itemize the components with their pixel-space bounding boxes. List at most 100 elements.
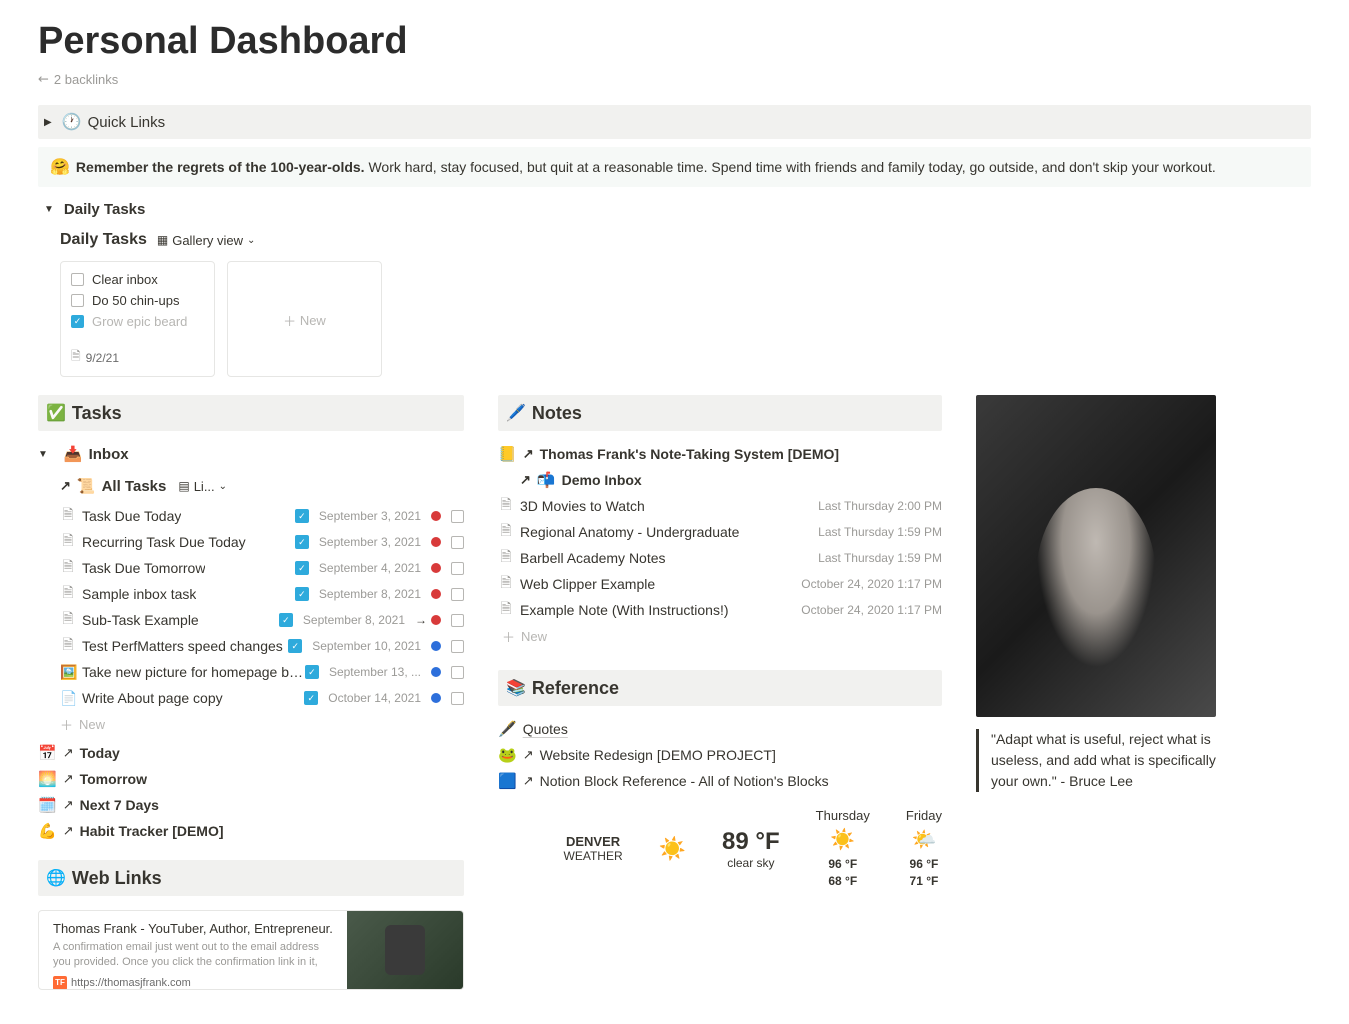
new-task-button[interactable]: ＋New (38, 715, 464, 734)
card-checklist-item[interactable]: ✓ Grow epic beard (71, 314, 204, 329)
priority-dot-icon (431, 589, 441, 599)
reference-link[interactable]: 🐸 ↗ Website Redesign [DEMO PROJECT] (498, 742, 942, 768)
task-name: Task Due Today (82, 508, 181, 524)
note-name: 3D Movies to Watch (520, 498, 645, 514)
task-quick-link[interactable]: 💪 ↗ Habit Tracker [DEMO] (38, 818, 464, 844)
checkbox-empty-icon[interactable] (451, 562, 464, 575)
daily-task-card[interactable]: Clear inbox Do 50 chin-ups ✓ Grow epic b… (60, 261, 215, 377)
page-emoji-icon: 📄 (60, 690, 76, 707)
quick-links-toggle[interactable]: ▶ 🕐 Quick Links (38, 105, 1311, 139)
checkbox-empty-icon[interactable] (451, 614, 464, 627)
bookmark-thumb-icon (347, 911, 463, 989)
link-label: Tomorrow (80, 771, 147, 787)
link-label: Website Redesign [DEMO PROJECT] (540, 747, 776, 763)
task-row[interactable]: 📄 Write About page copy ✓ October 14, 20… (60, 685, 464, 711)
list-view-picker[interactable]: ▤ Li... ⌄ (178, 479, 227, 494)
gallery-view-picker[interactable]: ▦ Gallery view ⌄ (157, 233, 256, 248)
weather-widget: DENVER WEATHER ☀️ 89 °F clear sky Thursd… (498, 808, 942, 890)
reference-link[interactable]: 🟦 ↗ Notion Block Reference - All of Noti… (498, 768, 942, 794)
task-date: September 8, 2021 (319, 587, 421, 601)
backlinks-link[interactable]: ↙ 2 backlinks (38, 71, 1311, 87)
note-row[interactable]: 🗎 Example Note (With Instructions!) Octo… (498, 597, 942, 623)
card-checklist-item[interactable]: Do 50 chin-ups (71, 293, 204, 308)
note-date: October 24, 2020 1:17 PM (801, 603, 942, 617)
quote-block: "Adapt what is useful, reject what is us… (976, 729, 1216, 792)
checkbox-checked-icon[interactable]: ✓ (279, 613, 293, 627)
note-row[interactable]: 🗎 Web Clipper Example October 24, 2020 1… (498, 571, 942, 597)
notebook-icon: 📒 (498, 445, 517, 463)
task-row[interactable]: 🗎 Test PerfMatters speed changes ✓ Septe… (60, 633, 464, 659)
note-row[interactable]: 🗎 3D Movies to Watch Last Thursday 2:00 … (498, 493, 942, 519)
checkbox-checked-icon[interactable]: ✓ (295, 561, 309, 575)
reference-link[interactable]: 🖋️ Quotes (498, 716, 942, 742)
checkbox-checked-icon[interactable]: ✓ (71, 315, 84, 328)
quick-links-label: Quick Links (88, 114, 166, 131)
card-date: 🗎 9/2/21 (71, 347, 204, 368)
link-label: Quotes (523, 721, 568, 737)
checkbox-checked-icon[interactable]: ✓ (295, 509, 309, 523)
task-date: September 10, 2021 (312, 639, 421, 653)
checkbox-empty-icon[interactable] (451, 666, 464, 679)
page-icon: 🗎 (60, 634, 76, 658)
checkbox-empty-icon[interactable] (451, 536, 464, 549)
weather-forecast-day: Friday 🌤️ 96 °F71 °F (906, 808, 942, 890)
checkbox-checked-icon[interactable]: ✓ (305, 665, 319, 679)
task-row[interactable]: 🗎 Sub-Task Example ✓ September 8, 2021 → (60, 607, 464, 633)
priority-dot-icon (431, 615, 441, 625)
weather-forecast-day: Thursday ☀️ 96 °F68 °F (816, 808, 870, 890)
page-icon: 🗎 (71, 347, 81, 368)
demo-inbox-link[interactable]: ↗ 📬 Demo Inbox (498, 467, 942, 493)
note-row[interactable]: 🗎 Regional Anatomy - Undergraduate Last … (498, 519, 942, 545)
task-row[interactable]: 🗎 Recurring Task Due Today ✓ September 3… (60, 529, 464, 555)
page-emoji-icon: 🖼️ (60, 664, 76, 681)
task-date: September 4, 2021 (319, 561, 421, 575)
checkbox-checked-icon[interactable]: ✓ (295, 535, 309, 549)
task-date: October 14, 2021 (328, 691, 421, 705)
scroll-icon: 📜 (77, 477, 96, 495)
link-arrow-icon: ↗ (63, 797, 74, 813)
inbox-toggle[interactable]: ▼ 📥 Inbox (38, 441, 464, 467)
checkbox-checked-icon[interactable]: ✓ (295, 587, 309, 601)
task-quick-link[interactable]: 🗓️ ↗ Next 7 Days (38, 792, 464, 818)
checkbox-empty-icon[interactable] (451, 640, 464, 653)
daily-tasks-toggle[interactable]: ▼ Daily Tasks (38, 195, 1311, 223)
link-emoji-icon: 🗓️ (38, 796, 57, 814)
page-icon: 🗎 (498, 546, 514, 570)
page-icon: 🗎 (498, 572, 514, 596)
checkbox-empty-icon[interactable] (71, 294, 84, 307)
backlinks-arrow-icon: ↙ (34, 69, 53, 88)
bruce-lee-photo (976, 395, 1216, 717)
task-row[interactable]: 🖼️ Take new picture for homepage bac... … (60, 659, 464, 685)
checkbox-empty-icon[interactable] (451, 510, 464, 523)
bookmark-url: TF https://thomasjfrank.com (53, 976, 333, 990)
page-icon: 🗎 (60, 556, 76, 580)
task-quick-link[interactable]: 🌅 ↗ Tomorrow (38, 766, 464, 792)
checkbox-empty-icon[interactable] (451, 692, 464, 705)
note-name: Example Note (With Instructions!) (520, 602, 729, 618)
note-system-link[interactable]: 📒 ↗ Thomas Frank's Note-Taking System [D… (498, 441, 942, 467)
new-card-button[interactable]: ＋ New (227, 261, 382, 377)
checkbox-checked-icon[interactable]: ✓ (288, 639, 302, 653)
daily-tasks-db-title[interactable]: Daily Tasks (60, 231, 147, 249)
checkbox-empty-icon[interactable] (71, 273, 84, 286)
task-name: Sample inbox task (82, 586, 196, 602)
task-row[interactable]: 🗎 Task Due Tomorrow ✓ September 4, 2021 (60, 555, 464, 581)
page-icon: 🗎 (60, 530, 76, 554)
new-note-button[interactable]: ＋New (498, 627, 942, 646)
task-quick-link[interactable]: 📅 ↗ Today (38, 740, 464, 766)
note-row[interactable]: 🗎 Barbell Academy Notes Last Thursday 1:… (498, 545, 942, 571)
task-row[interactable]: 🗎 Task Due Today ✓ September 3, 2021 (60, 503, 464, 529)
page-icon: 🗎 (498, 494, 514, 518)
task-row[interactable]: 🗎 Sample inbox task ✓ September 8, 2021 (60, 581, 464, 607)
priority-dot-icon (431, 511, 441, 521)
task-date: September 3, 2021 (319, 509, 421, 523)
inbox-tray-icon: 📥 (64, 445, 83, 463)
checkbox-checked-icon[interactable]: ✓ (304, 691, 318, 705)
chevron-down-icon: ⌄ (247, 235, 255, 246)
all-tasks-link[interactable]: ↗ 📜 All Tasks ▤ Li... ⌄ (38, 473, 464, 503)
link-arrow-icon: ↗ (60, 478, 71, 494)
bookmark-title: Thomas Frank - YouTuber, Author, Entrepr… (53, 921, 333, 936)
web-bookmark-card[interactable]: Thomas Frank - YouTuber, Author, Entrepr… (38, 910, 464, 990)
checkbox-empty-icon[interactable] (451, 588, 464, 601)
card-checklist-item[interactable]: Clear inbox (71, 272, 204, 287)
